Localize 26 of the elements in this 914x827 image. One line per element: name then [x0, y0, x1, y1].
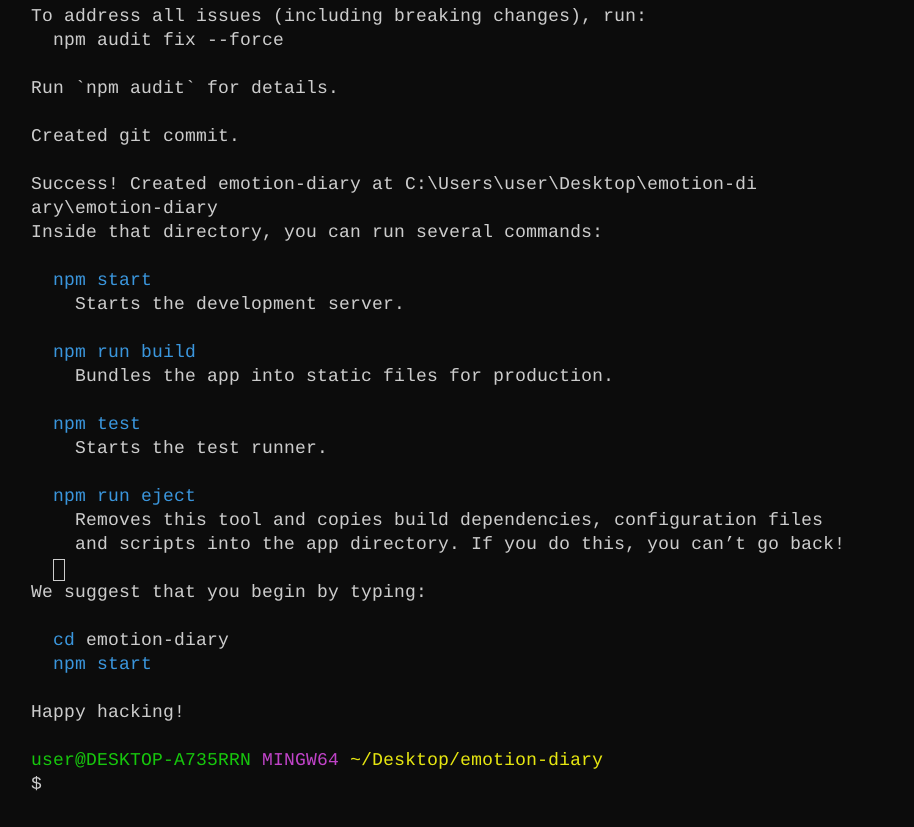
output-text: Removes this tool and copies build dependencies, configuration files	[75, 510, 824, 533]
output-text: ary\emotion-diary	[31, 198, 218, 221]
output-text: npm audit fix --force	[53, 30, 284, 53]
command-text: npm run eject	[53, 486, 196, 509]
output-text: Starts the development server.	[75, 294, 406, 317]
output-text: $	[31, 774, 42, 797]
command-text: npm start	[53, 654, 152, 677]
command-text: npm test	[53, 414, 142, 437]
current-path-text: ~/Desktop/emotion-diary	[350, 750, 604, 773]
output-text: Starts the test runner.	[75, 438, 328, 461]
output-text: Created git commit.	[31, 126, 240, 149]
output-text: We suggest that you begin by typing:	[31, 582, 428, 605]
output-text: Inside that directory, you can run several commands:	[31, 222, 604, 245]
command-text: npm run build	[53, 342, 196, 365]
command-text: cd	[53, 630, 76, 653]
output-text: To address all issues (including breaking changes), run:	[31, 6, 648, 29]
output-text: Bundles the app into static files for production.	[75, 366, 614, 389]
shell-name-text: MINGW64	[262, 750, 340, 773]
output-text: Run `npm audit` for details.	[31, 78, 340, 101]
text-cursor	[53, 559, 65, 581]
output-text: emotion-diary	[86, 630, 230, 653]
user-host-text: user@DESKTOP-A735RRN	[31, 750, 252, 773]
output-text: and scripts into the app directory. If you do this, you can’t go back!	[75, 534, 846, 557]
output-text: Success! Created emotion-diary at C:\Users\user\Desktop\emotion-di	[31, 174, 758, 197]
command-text: npm start	[53, 270, 152, 293]
output-text: Happy hacking!	[31, 702, 186, 725]
